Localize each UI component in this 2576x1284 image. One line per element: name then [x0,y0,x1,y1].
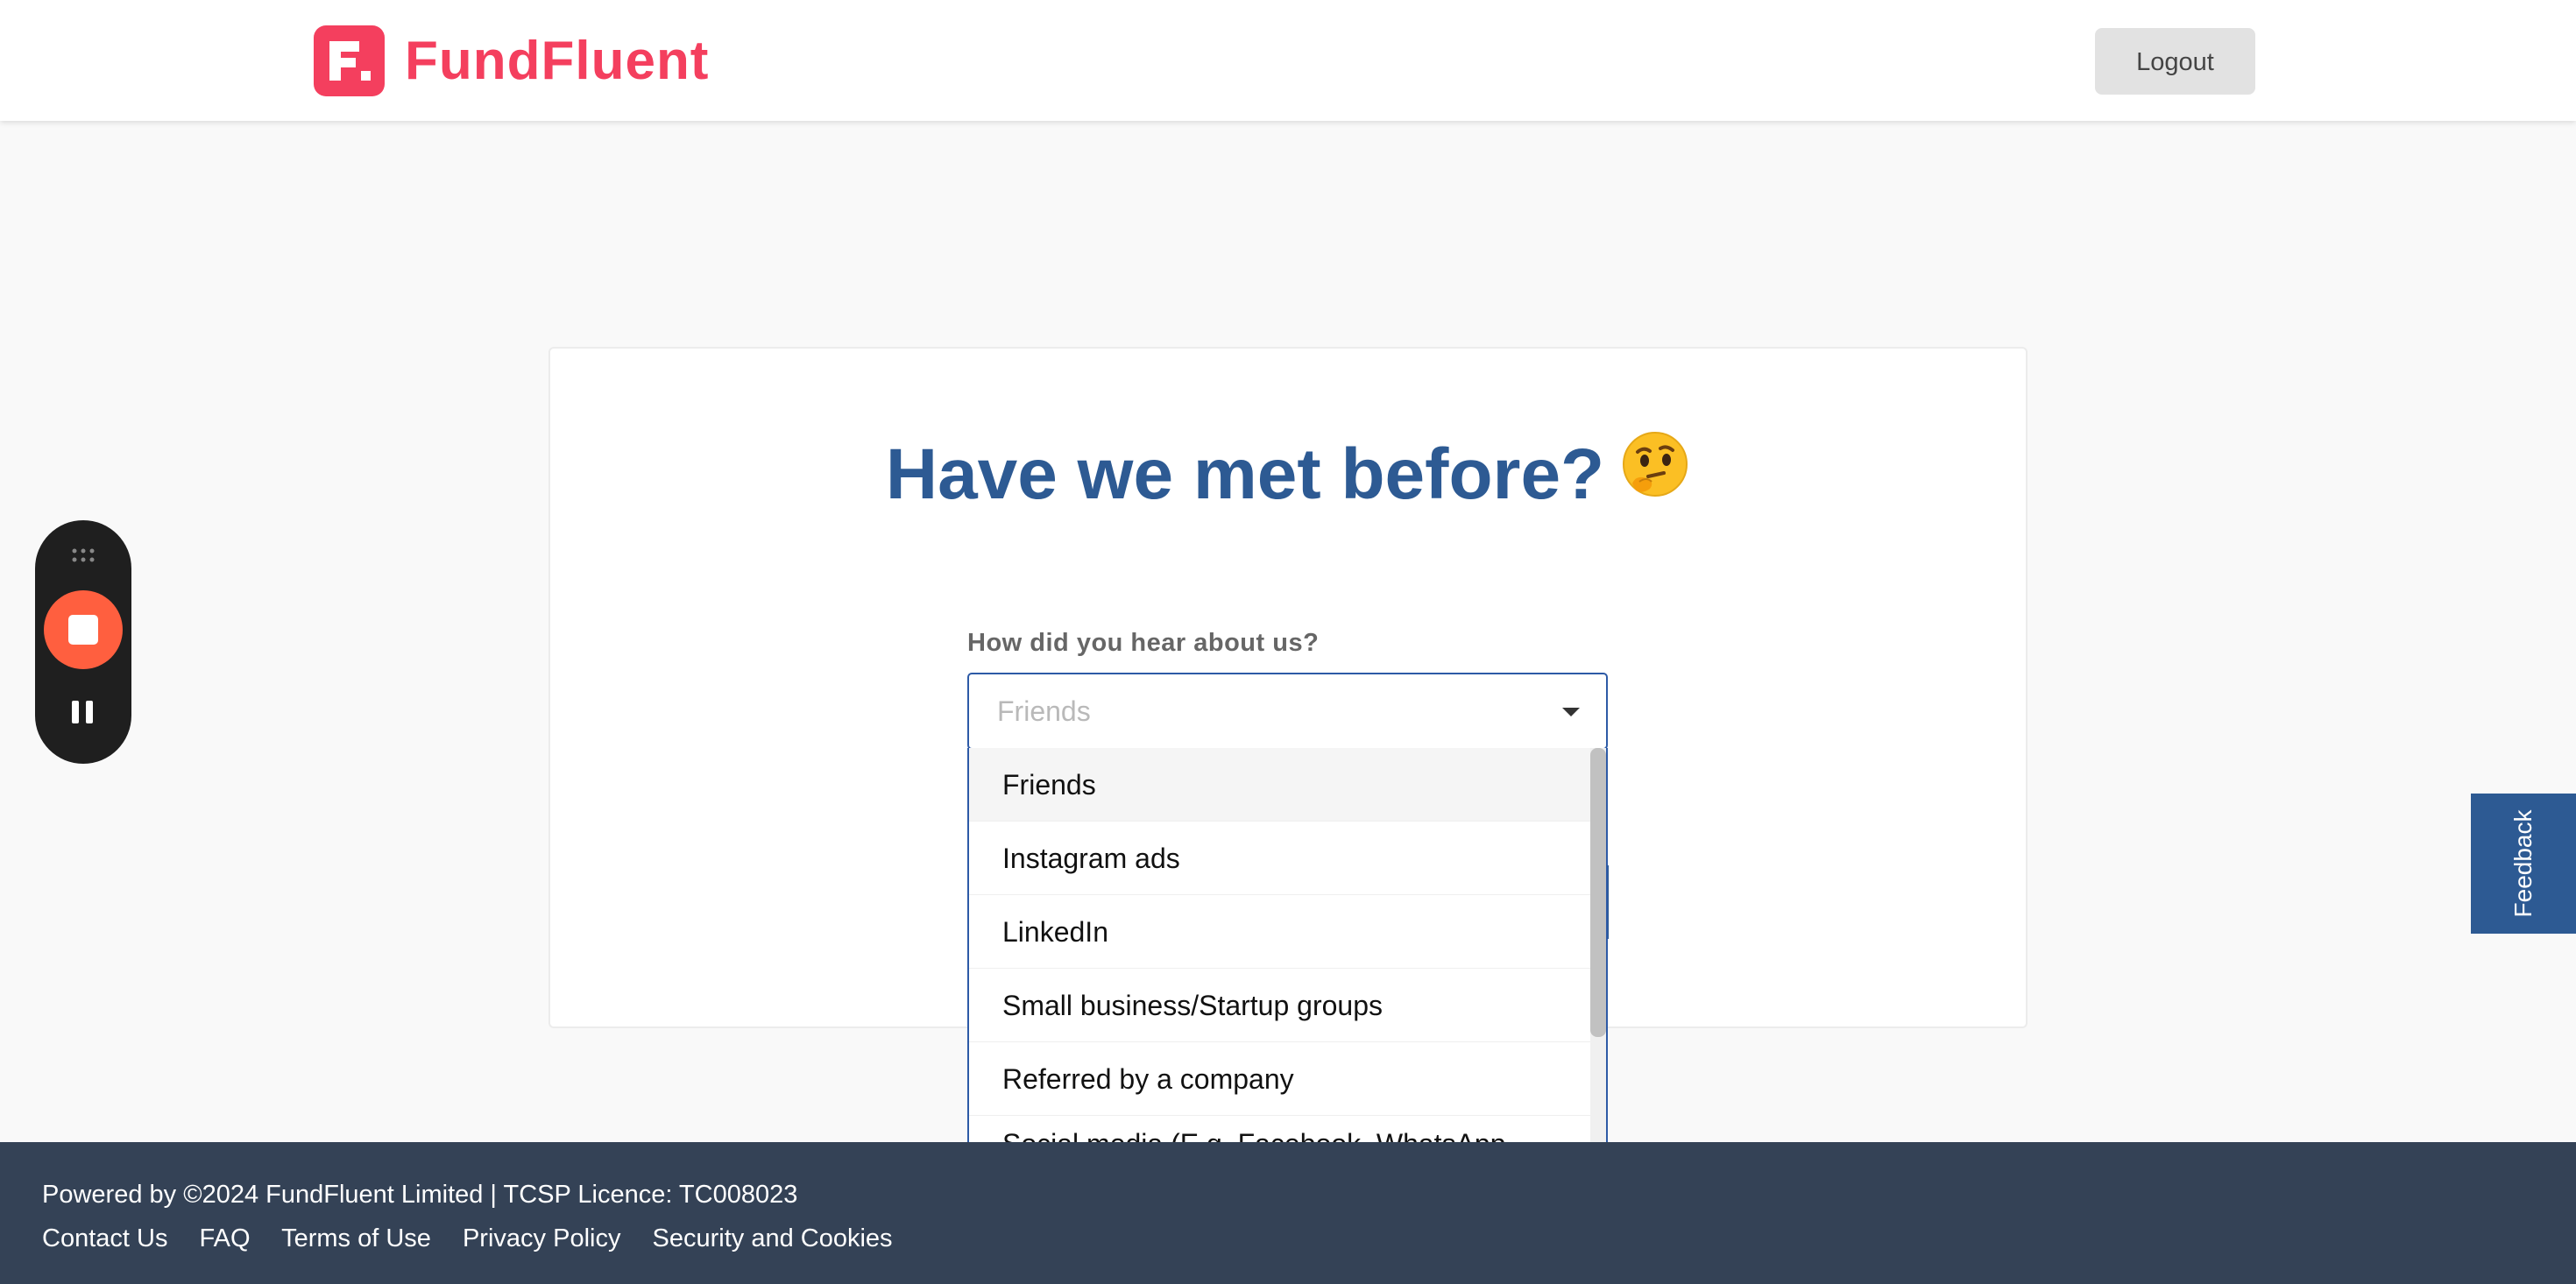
dropdown-scrollbar-thumb[interactable] [1590,748,1606,1037]
feedback-label: Feedback [2509,809,2537,918]
dropdown-option-startup-groups[interactable]: Small business/Startup groups [969,969,1590,1042]
pause-icon[interactable] [68,695,98,725]
fundfluent-logo-icon[interactable] [314,25,385,96]
brand-name[interactable]: FundFluent [405,26,709,96]
drag-handle-icon[interactable] [70,547,96,564]
top-header: FundFluent Logout [0,0,2576,121]
page-title: Have we met before? [0,431,2576,525]
footer-link-contact-us[interactable]: Contact Us [42,1224,167,1252]
page-title-text: Have we met before? [885,434,1605,514]
footer-link-faq[interactable]: FAQ [200,1224,251,1252]
referral-source-dropdown: Friends Instagram ads LinkedIn Small bus… [967,748,1608,1196]
referral-source-label: How did you hear about us? [967,629,1320,657]
logout-button[interactable]: Logout [2095,28,2255,95]
dropdown-option-linkedin[interactable]: LinkedIn [969,895,1590,969]
thinking-face-icon [1620,429,1690,519]
select-placeholder-value: Friends [997,695,1091,727]
feedback-tab[interactable]: Feedback [2471,794,2576,934]
dropdown-option-instagram-ads[interactable]: Instagram ads [969,822,1590,895]
footer-links: Contact Us FAQ Terms of Use Privacy Poli… [42,1224,917,1253]
site-footer: Powered by ©2024 FundFluent Limited | TC… [0,1142,2576,1284]
dropdown-option-referred-by-company[interactable]: Referred by a company [969,1042,1590,1116]
footer-link-terms-of-use[interactable]: Terms of Use [281,1224,431,1252]
footer-link-privacy-policy[interactable]: Privacy Policy [463,1224,621,1252]
screen-recorder-widget [35,520,131,764]
caret-down-icon[interactable] [1562,708,1580,716]
footer-link-security-cookies[interactable]: Security and Cookies [653,1224,893,1252]
stop-icon [68,615,98,645]
footer-copyright: Powered by ©2024 FundFluent Limited | TC… [42,1181,798,1209]
dropdown-option-friends[interactable]: Friends [969,748,1590,822]
stop-recording-button[interactable] [44,590,123,669]
referral-source-select[interactable]: Friends [967,673,1608,750]
